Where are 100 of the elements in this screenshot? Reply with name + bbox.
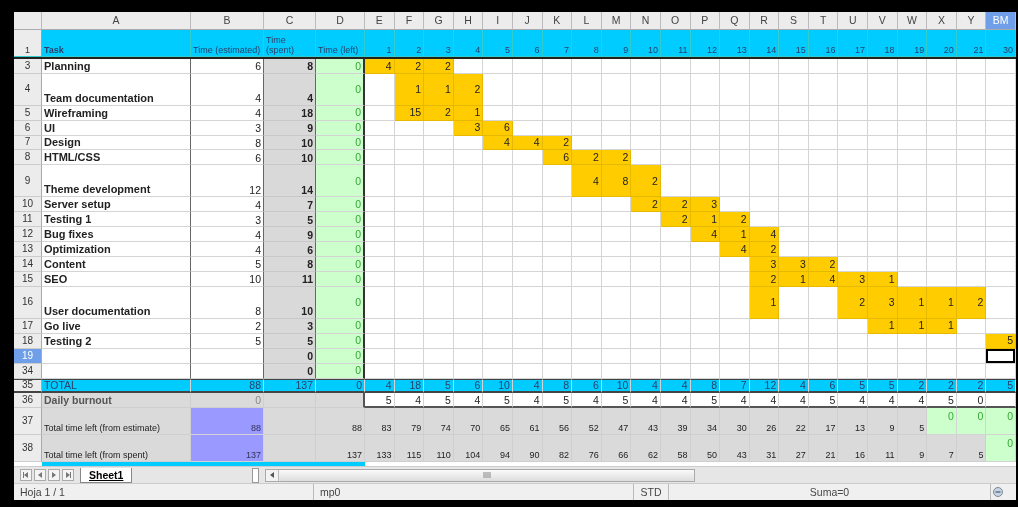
table-cell: 4	[779, 393, 809, 409]
column-header[interactable]: C	[264, 12, 316, 30]
table-cell: 2	[631, 165, 661, 198]
table-cell: 3	[779, 257, 809, 272]
row-header[interactable]: 1	[14, 29, 42, 57]
first-sheet-button[interactable]	[20, 469, 32, 482]
table-cell: 10	[264, 286, 316, 319]
table-cell: 3	[690, 197, 721, 213]
table-cell: HTML/CSS	[42, 150, 191, 166]
table-cell: 17	[808, 408, 839, 436]
column-header[interactable]: D	[316, 12, 365, 30]
table-cell: 62	[631, 435, 661, 463]
row-header[interactable]: 12	[14, 227, 42, 243]
row-header[interactable]: 9	[14, 165, 42, 198]
zoom-out-icon[interactable]	[993, 487, 1003, 498]
table-cell: 4	[720, 242, 750, 257]
column-header[interactable]: X	[927, 12, 957, 30]
row-header[interactable]: 11	[14, 212, 42, 228]
row-header[interactable]: 13	[14, 242, 42, 257]
row-header[interactable]: 10	[14, 197, 42, 213]
column-header[interactable]: K	[542, 12, 573, 30]
column-header[interactable]: W	[897, 12, 928, 30]
table-cell: 90	[512, 435, 543, 463]
horizontal-scrollbar[interactable]	[265, 468, 696, 482]
table-cell: 58	[660, 435, 691, 463]
table-cell: 4	[749, 227, 780, 243]
row-header[interactable]: 16	[14, 286, 42, 319]
table-cell	[264, 435, 316, 463]
table-cell: 8	[264, 257, 316, 272]
table-cell: 2	[660, 197, 691, 213]
table-cell: 3	[424, 29, 454, 57]
last-sheet-button[interactable]	[62, 469, 74, 482]
table-cell: 83	[365, 408, 395, 436]
row-header[interactable]: 38	[14, 435, 42, 463]
tab-splitter[interactable]	[252, 467, 260, 483]
column-header[interactable]: M	[601, 12, 632, 30]
table-cell: 0	[316, 73, 365, 106]
table-cell: Time (left)	[316, 29, 365, 57]
table-cell: 115	[394, 435, 425, 463]
row-header[interactable]: 36	[14, 393, 42, 409]
column-header[interactable]: U	[838, 12, 869, 30]
row-header[interactable]: 8	[14, 150, 42, 166]
table-cell: 79	[394, 408, 425, 436]
table-cell: 4	[838, 393, 869, 409]
column-header[interactable]: A	[42, 12, 191, 30]
table-cell: UI	[42, 120, 191, 136]
table-cell: Theme development	[42, 165, 191, 198]
column-header[interactable]: L	[572, 12, 602, 30]
column-header[interactable]: B	[191, 12, 264, 30]
column-header[interactable]: E	[365, 12, 395, 30]
column-header[interactable]: O	[660, 12, 691, 30]
table-cell: 2	[572, 150, 602, 166]
table-cell: 4	[690, 227, 721, 243]
table-cell: 66	[601, 435, 632, 463]
cell-cursor[interactable]	[986, 348, 1016, 364]
left-arrow-icon	[269, 472, 276, 479]
column-header[interactable]: Q	[720, 12, 750, 30]
table-cell: Design	[42, 135, 191, 151]
table-cell: 2	[808, 257, 839, 272]
table-cell: 0	[316, 227, 365, 243]
column-header[interactable]: R	[749, 12, 780, 30]
table-cell: 1	[424, 73, 454, 106]
column-header[interactable]: Y	[956, 12, 987, 30]
row-header[interactable]: 4	[14, 73, 42, 106]
table-cell: 8	[572, 29, 602, 57]
column-header[interactable]: S	[779, 12, 809, 30]
table-cell: 22	[779, 408, 809, 436]
row-header[interactable]: 37	[14, 408, 42, 436]
table-cell: 16	[838, 435, 869, 463]
table-cell: 4	[572, 165, 602, 198]
table-cell: 11	[868, 435, 898, 463]
table-cell: 70	[453, 408, 484, 436]
table-cell: 88	[316, 408, 365, 436]
column-header[interactable]: G	[424, 12, 454, 30]
table-cell: 5	[927, 393, 957, 409]
sheet-tab[interactable]: Sheet1	[80, 467, 133, 483]
table-cell: Daily burnout	[42, 393, 191, 409]
next-sheet-button[interactable]	[48, 469, 60, 482]
column-header[interactable]: V	[868, 12, 898, 30]
table-cell: 17	[838, 29, 869, 57]
table-cell: 0	[956, 408, 987, 436]
table-cell: 34	[690, 408, 721, 436]
row-header[interactable]: 14	[14, 257, 42, 272]
column-header[interactable]: T	[808, 12, 839, 30]
table-cell: 0	[316, 212, 365, 228]
column-header[interactable]: I	[483, 12, 513, 30]
column-header[interactable]: P	[690, 12, 721, 30]
table-cell: 6	[264, 242, 316, 257]
column-header[interactable]: J	[512, 12, 543, 30]
table-cell: 9	[264, 227, 316, 243]
table-cell: 3	[749, 257, 780, 272]
table-cell: 3	[868, 286, 898, 319]
sheet-indicator: Hoja 1 / 1	[14, 484, 314, 500]
table-cell: 10	[631, 29, 661, 57]
previous-sheet-button[interactable]	[34, 469, 46, 482]
table-cell: 5	[808, 393, 839, 409]
column-header[interactable]: N	[631, 12, 661, 30]
table-cell: 10	[264, 150, 316, 166]
column-header[interactable]: F	[394, 12, 425, 30]
column-header[interactable]: H	[453, 12, 484, 30]
